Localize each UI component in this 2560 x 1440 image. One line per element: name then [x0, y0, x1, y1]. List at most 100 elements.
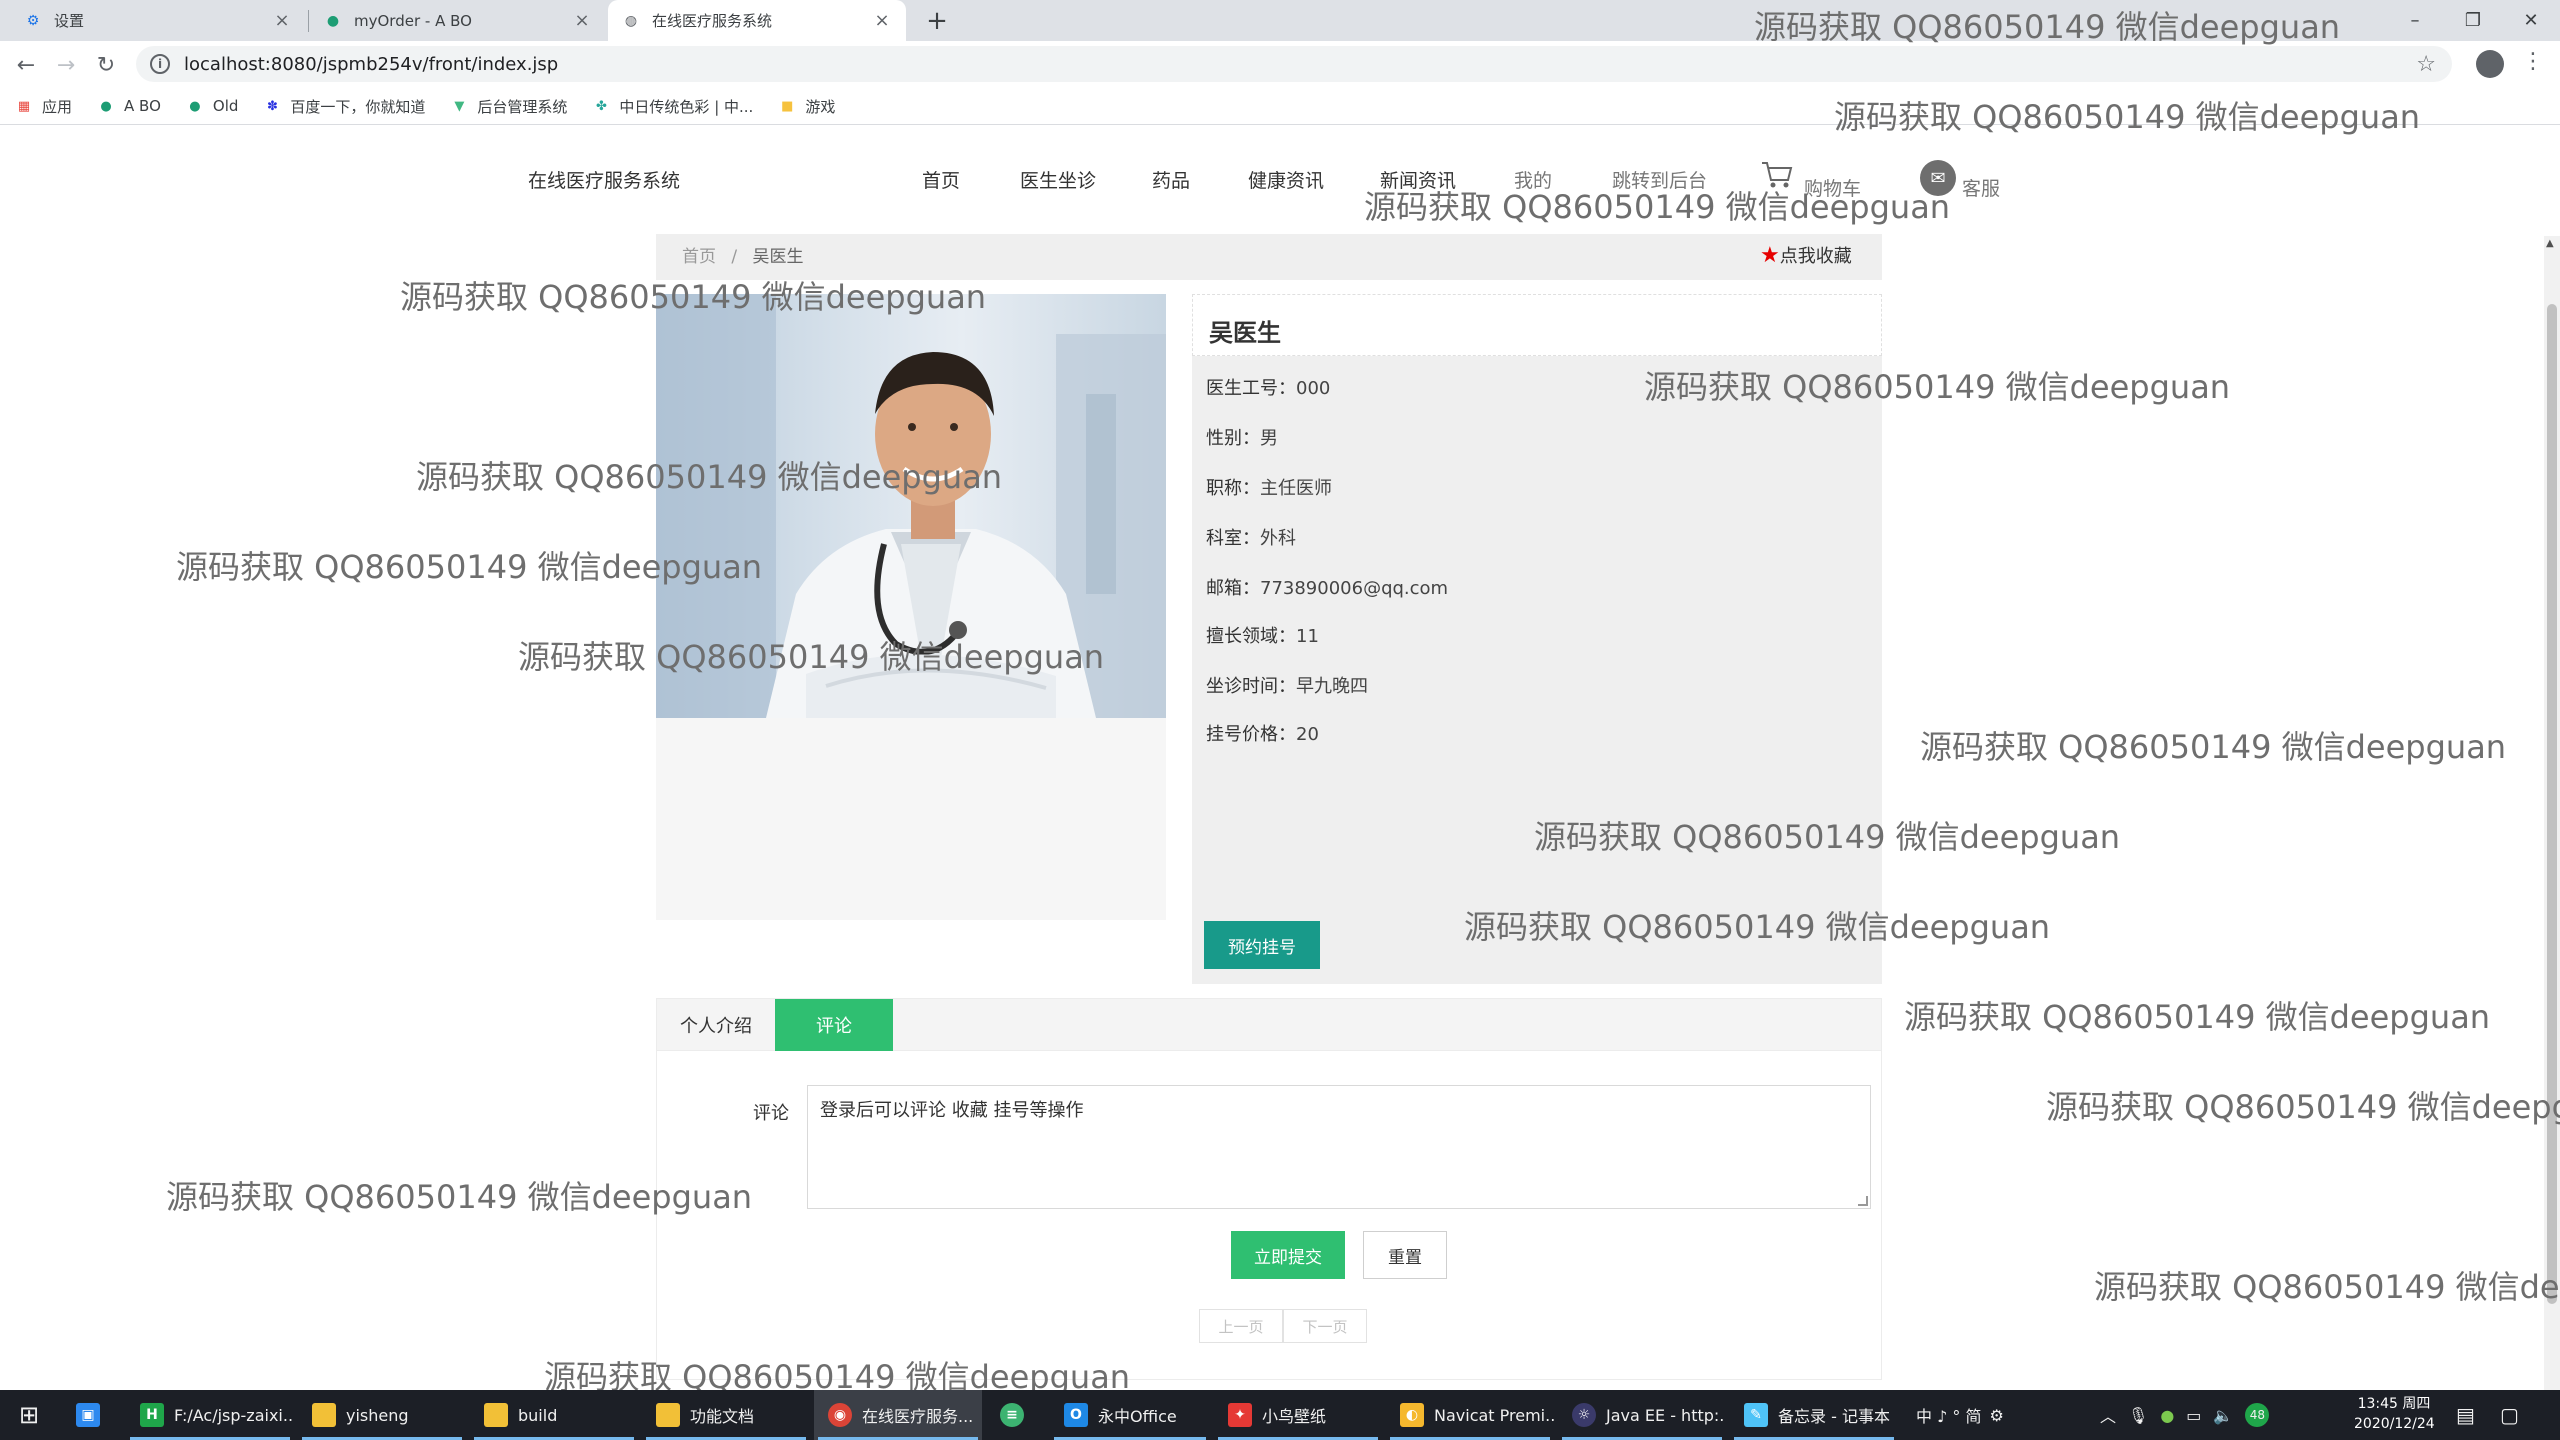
resize-grip-icon[interactable] [1858, 1196, 1868, 1206]
browser-menu-icon[interactable]: ⋮ [2522, 49, 2544, 79]
microphone-icon[interactable]: 🎙 [2128, 1406, 2148, 1425]
leaf-icon: ● [326, 12, 340, 29]
office-icon: O [1064, 1403, 1088, 1427]
volume-icon[interactable]: 🔈 [2213, 1406, 2233, 1425]
tab-title: myOrder - A BO [354, 11, 472, 30]
nav-doctors[interactable]: 医生坐诊 [1020, 166, 1096, 193]
bookmark-games-folder[interactable]: ■ 游戏 [779, 96, 835, 117]
breadcrumb-home[interactable]: 首页 [682, 247, 716, 267]
nav-home[interactable]: 首页 [922, 166, 960, 193]
bookmark-colors[interactable]: ✤ 中日传统色彩 | 中... [593, 96, 753, 117]
doctor-illustration [656, 294, 1166, 718]
tab-title: 在线医疗服务系统 [652, 12, 773, 30]
cart-icon[interactable] [1760, 160, 1794, 190]
forward-arrow-icon[interactable]: → [52, 51, 80, 79]
gear-icon: ⚙ [26, 12, 40, 29]
taskbar-folder-docs[interactable]: 功能文档 [642, 1390, 810, 1440]
battery-badge[interactable]: 48 [2245, 1403, 2270, 1427]
field-specialty: 擅长领域：11 [1206, 626, 1319, 647]
detail-tabs-panel: 个人介绍 评论 评论 登录后可以评论 收藏 挂号等操作 立即提交 重置 上一页 … [656, 998, 1882, 1380]
doctor-name: 吴医生 [1209, 319, 1281, 347]
tab-intro[interactable]: 个人介绍 [657, 999, 775, 1051]
nav-medicine[interactable]: 药品 [1152, 166, 1190, 193]
comment-textarea[interactable]: 登录后可以评论 收藏 挂号等操作 [807, 1085, 1871, 1209]
tray-app-icon[interactable]: ● [2160, 1406, 2174, 1425]
book-appointment-button[interactable]: 预约挂号 [1204, 921, 1320, 969]
taskbar-folder-yisheng[interactable]: yisheng [298, 1390, 466, 1440]
browser-tab-active[interactable]: ◍ 在线医疗服务系统 × [608, 0, 906, 41]
wechat-icon[interactable]: ✉ [1920, 160, 1956, 196]
hbuilder-icon: H [140, 1403, 164, 1427]
taskbar-chrome[interactable]: ◉ 在线医疗服务... [814, 1390, 982, 1440]
taskbar-folder-build[interactable]: build [470, 1390, 638, 1440]
scroll-up-icon[interactable]: ▲ [2546, 238, 2554, 249]
next-page-button[interactable]: 下一页 [1283, 1309, 1367, 1343]
start-windows-icon[interactable]: ⊞ [0, 1390, 58, 1440]
browser-tab-settings[interactable]: ⚙ 设置 × [10, 0, 306, 41]
taskbar-yozo-office[interactable]: O 永中Office [1050, 1390, 1210, 1440]
bookmark-star-icon[interactable]: ☆ [2416, 52, 2436, 77]
info-icon[interactable]: i [150, 54, 170, 74]
taskbar-hbuilder[interactable]: H F:/Ac/jsp-zaixi... [126, 1390, 294, 1440]
globe-icon: ◍ [624, 12, 638, 29]
taskbar-app-green[interactable]: ≡ [986, 1390, 1046, 1440]
reset-button[interactable]: 重置 [1363, 1231, 1447, 1279]
clock-date: 2020/12/24 [2354, 1416, 2435, 1432]
bookmark-abo[interactable]: ● A BO [98, 97, 161, 115]
scrollbar-thumb[interactable] [2547, 304, 2557, 1304]
taskbar-notepad[interactable]: ✎ 备忘录 - 记事本 [1730, 1390, 1898, 1440]
site-title[interactable]: 在线医疗服务系统 [528, 166, 680, 193]
submit-comment-button[interactable]: 立即提交 [1231, 1231, 1345, 1279]
vue-logo-icon: ▼ [454, 98, 465, 114]
apps-grid-icon: ▦ [17, 98, 31, 114]
taskbar-wallpaper[interactable]: ✦ 小鸟壁纸 [1214, 1390, 1382, 1440]
prev-page-button[interactable]: 上一页 [1199, 1309, 1283, 1343]
nav-backend[interactable]: 跳转到后台 [1612, 166, 1707, 193]
tab-comments[interactable]: 评论 [775, 999, 893, 1051]
tab-title: 设置 [54, 12, 85, 30]
doctor-info-panel: 吴医生 医生工号：000 性别：男 职称：主任医师 科室：外科 邮箱：77389… [1192, 294, 1882, 984]
page-scrollbar[interactable]: ▲ [2544, 236, 2560, 1390]
bookmark-baidu[interactable]: ✽ 百度一下，你就知道 [264, 96, 425, 117]
reload-icon[interactable]: ↻ [92, 51, 120, 79]
restore-button[interactable]: ❐ [2444, 0, 2502, 41]
close-icon[interactable]: × [272, 10, 292, 31]
folder-icon [312, 1403, 336, 1427]
bookmark-old[interactable]: ● Old [187, 97, 238, 115]
new-tab-button[interactable]: + [922, 6, 952, 36]
close-window-button[interactable]: ✕ [2502, 0, 2560, 41]
system-clock[interactable]: 13:45 周四 2020/12/24 [2354, 1394, 2435, 1434]
browser-tab-myorder[interactable]: ● myOrder - A BO × [310, 0, 606, 41]
ime-indicator[interactable]: 中 ♪ ° 简 ⚙ [1916, 1390, 2004, 1440]
notepad-icon: ✎ [1744, 1403, 1768, 1427]
breadcrumb-trail: 首页 / 吴医生 [682, 242, 804, 267]
notification-icon[interactable]: ▤ [2456, 1390, 2475, 1440]
taskbar-navicat[interactable]: ◐ Navicat Premi... [1386, 1390, 1554, 1440]
close-icon[interactable]: × [872, 10, 892, 31]
ime-text: 中 ♪ ° 简 [1916, 1407, 1982, 1426]
nav-service[interactable]: 客服 [1962, 174, 2000, 201]
taskbar: ⊞ ▣ H F:/Ac/jsp-zaixi... yisheng build 功能… [0, 1390, 2560, 1440]
close-icon[interactable]: × [572, 10, 592, 31]
star-icon: ★ [1760, 243, 1780, 268]
field-doctor-id: 医生工号：000 [1206, 378, 1331, 399]
url-input[interactable]: i localhost:8080/jspmb254v/front/index.j… [136, 46, 2452, 82]
back-arrow-icon[interactable]: ← [12, 51, 40, 79]
tray-expand-icon[interactable]: ︿ [2100, 1403, 2116, 1427]
nav-news[interactable]: 新闻资讯 [1380, 166, 1456, 193]
bookmark-apps[interactable]: ▦ 应用 [16, 96, 72, 117]
nav-cart[interactable]: 购物车 [1804, 174, 1861, 201]
settings-icon[interactable]: ⚙ [1989, 1406, 2003, 1425]
favorite-button[interactable]: ★点我收藏 [1760, 242, 1852, 268]
nav-health-info[interactable]: 健康资讯 [1248, 166, 1324, 193]
nav-mine[interactable]: 我的 [1514, 166, 1552, 193]
taskbar-eclipse[interactable]: ☼ Java EE - http:... [1558, 1390, 1726, 1440]
profile-avatar-icon[interactable] [2476, 50, 2504, 78]
minimize-button[interactable]: – [2386, 0, 2444, 41]
chrome-icon: ◉ [828, 1403, 852, 1427]
show-desktop-icon[interactable]: ▢ [2500, 1390, 2519, 1440]
network-icon[interactable]: ▭ [2186, 1406, 2201, 1425]
page-viewport: 在线医疗服务系统 首页 医生坐诊 药品 健康资讯 新闻资讯 我的 跳转到后台 购… [0, 126, 2544, 1390]
bookmark-admin[interactable]: ▼ 后台管理系统 [451, 96, 567, 117]
taskbar-pinned-app[interactable]: ▣ [62, 1390, 122, 1440]
